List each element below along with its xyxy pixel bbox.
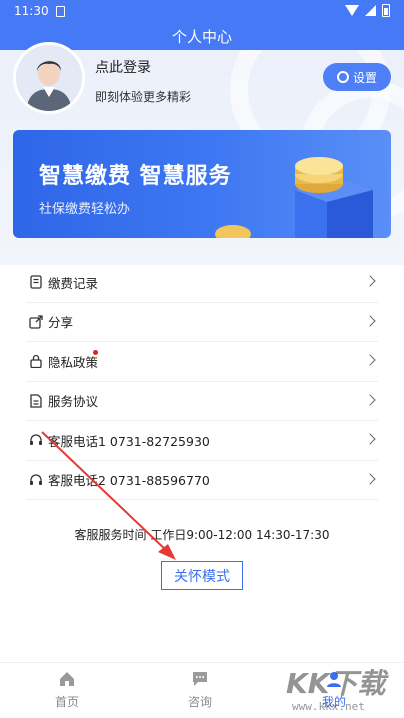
sim-card-icon (56, 6, 65, 17)
tab-label: 咨询 (187, 695, 212, 709)
care-mode-button[interactable]: 关怀模式 (161, 561, 243, 590)
user-avatar-icon (16, 45, 82, 111)
gear-icon (336, 71, 349, 83)
document-icon (28, 393, 44, 409)
share-icon (28, 314, 44, 330)
watermark-url: www.kkx.net (292, 700, 365, 713)
home-icon (32, 669, 102, 689)
menu-item-service-agreement[interactable]: 服务协议 (26, 382, 378, 421)
notification-dot (93, 350, 98, 355)
menu-item-label: 分享 (48, 315, 74, 331)
chevron-right-icon (364, 275, 376, 287)
wifi-icon (345, 5, 359, 16)
settings-button[interactable]: 设置 (323, 63, 391, 91)
promo-banner[interactable]: 智慧缴费 智慧服务 社保缴费轻松办 (13, 130, 391, 238)
lock-icon (28, 353, 44, 369)
tab-home[interactable]: 首页 (32, 669, 102, 710)
avatar[interactable] (13, 42, 85, 114)
login-subtitle: 即刻体验更多精彩 (95, 90, 192, 104)
receipt-icon (28, 274, 44, 290)
settings-label: 设置 (352, 70, 377, 85)
menu-item-hotline-1[interactable]: 客服电话1 0731-82725930 (26, 421, 378, 461)
tab-label: 首页 (54, 695, 79, 709)
banner-subtitle: 社保缴费轻松办 (39, 202, 131, 217)
chevron-right-icon (364, 393, 376, 406)
chevron-right-icon (364, 433, 376, 445)
menu-item-privacy-policy[interactable]: 隐私政策 (26, 342, 378, 382)
menu-item-hotline-2[interactable]: 客服电话2 0731-88596770 (26, 461, 378, 500)
status-icons (345, 4, 390, 17)
watermark-logo: KK下载 (286, 667, 386, 700)
menu-item-payment-records[interactable]: 缴费记录 (26, 263, 378, 303)
service-hours: 客服服务时间 工作日9:00-12:00 14:30-17:30 (74, 528, 330, 542)
chevron-right-icon (364, 314, 376, 327)
chevron-right-icon (364, 354, 376, 366)
menu-item-label: 隐私政策 (48, 354, 99, 370)
watermark: KK下载 www.kkx.net (286, 662, 404, 718)
status-bar: 11:30 (0, 0, 404, 24)
menu-item-share[interactable]: 分享 (26, 303, 378, 342)
headset-icon (28, 432, 44, 448)
menu-item-label: 客服电话2 0731-88596770 (48, 473, 210, 489)
coin-icon (215, 225, 251, 238)
banner-title: 智慧缴费 智慧服务 (39, 164, 232, 189)
tab-consult[interactable]: 咨询 (165, 669, 235, 710)
menu-item-label: 缴费记录 (48, 275, 99, 291)
battery-icon (382, 4, 390, 17)
menu-list: 缴费记录 分享 隐私政策 服务协议 客服电话1 0731-82725930 客服… (26, 263, 378, 500)
menu-item-label: 客服电话1 0731-82725930 (48, 433, 210, 449)
menu-item-label: 服务协议 (48, 394, 99, 410)
signal-icon (365, 5, 376, 16)
headset-icon (28, 472, 44, 488)
coin-stack-illustration (295, 157, 373, 238)
chevron-right-icon (364, 472, 376, 485)
login-prompt[interactable]: 点此登录 (95, 57, 151, 77)
chat-icon (165, 669, 235, 689)
status-time: 11:30 (14, 4, 49, 18)
